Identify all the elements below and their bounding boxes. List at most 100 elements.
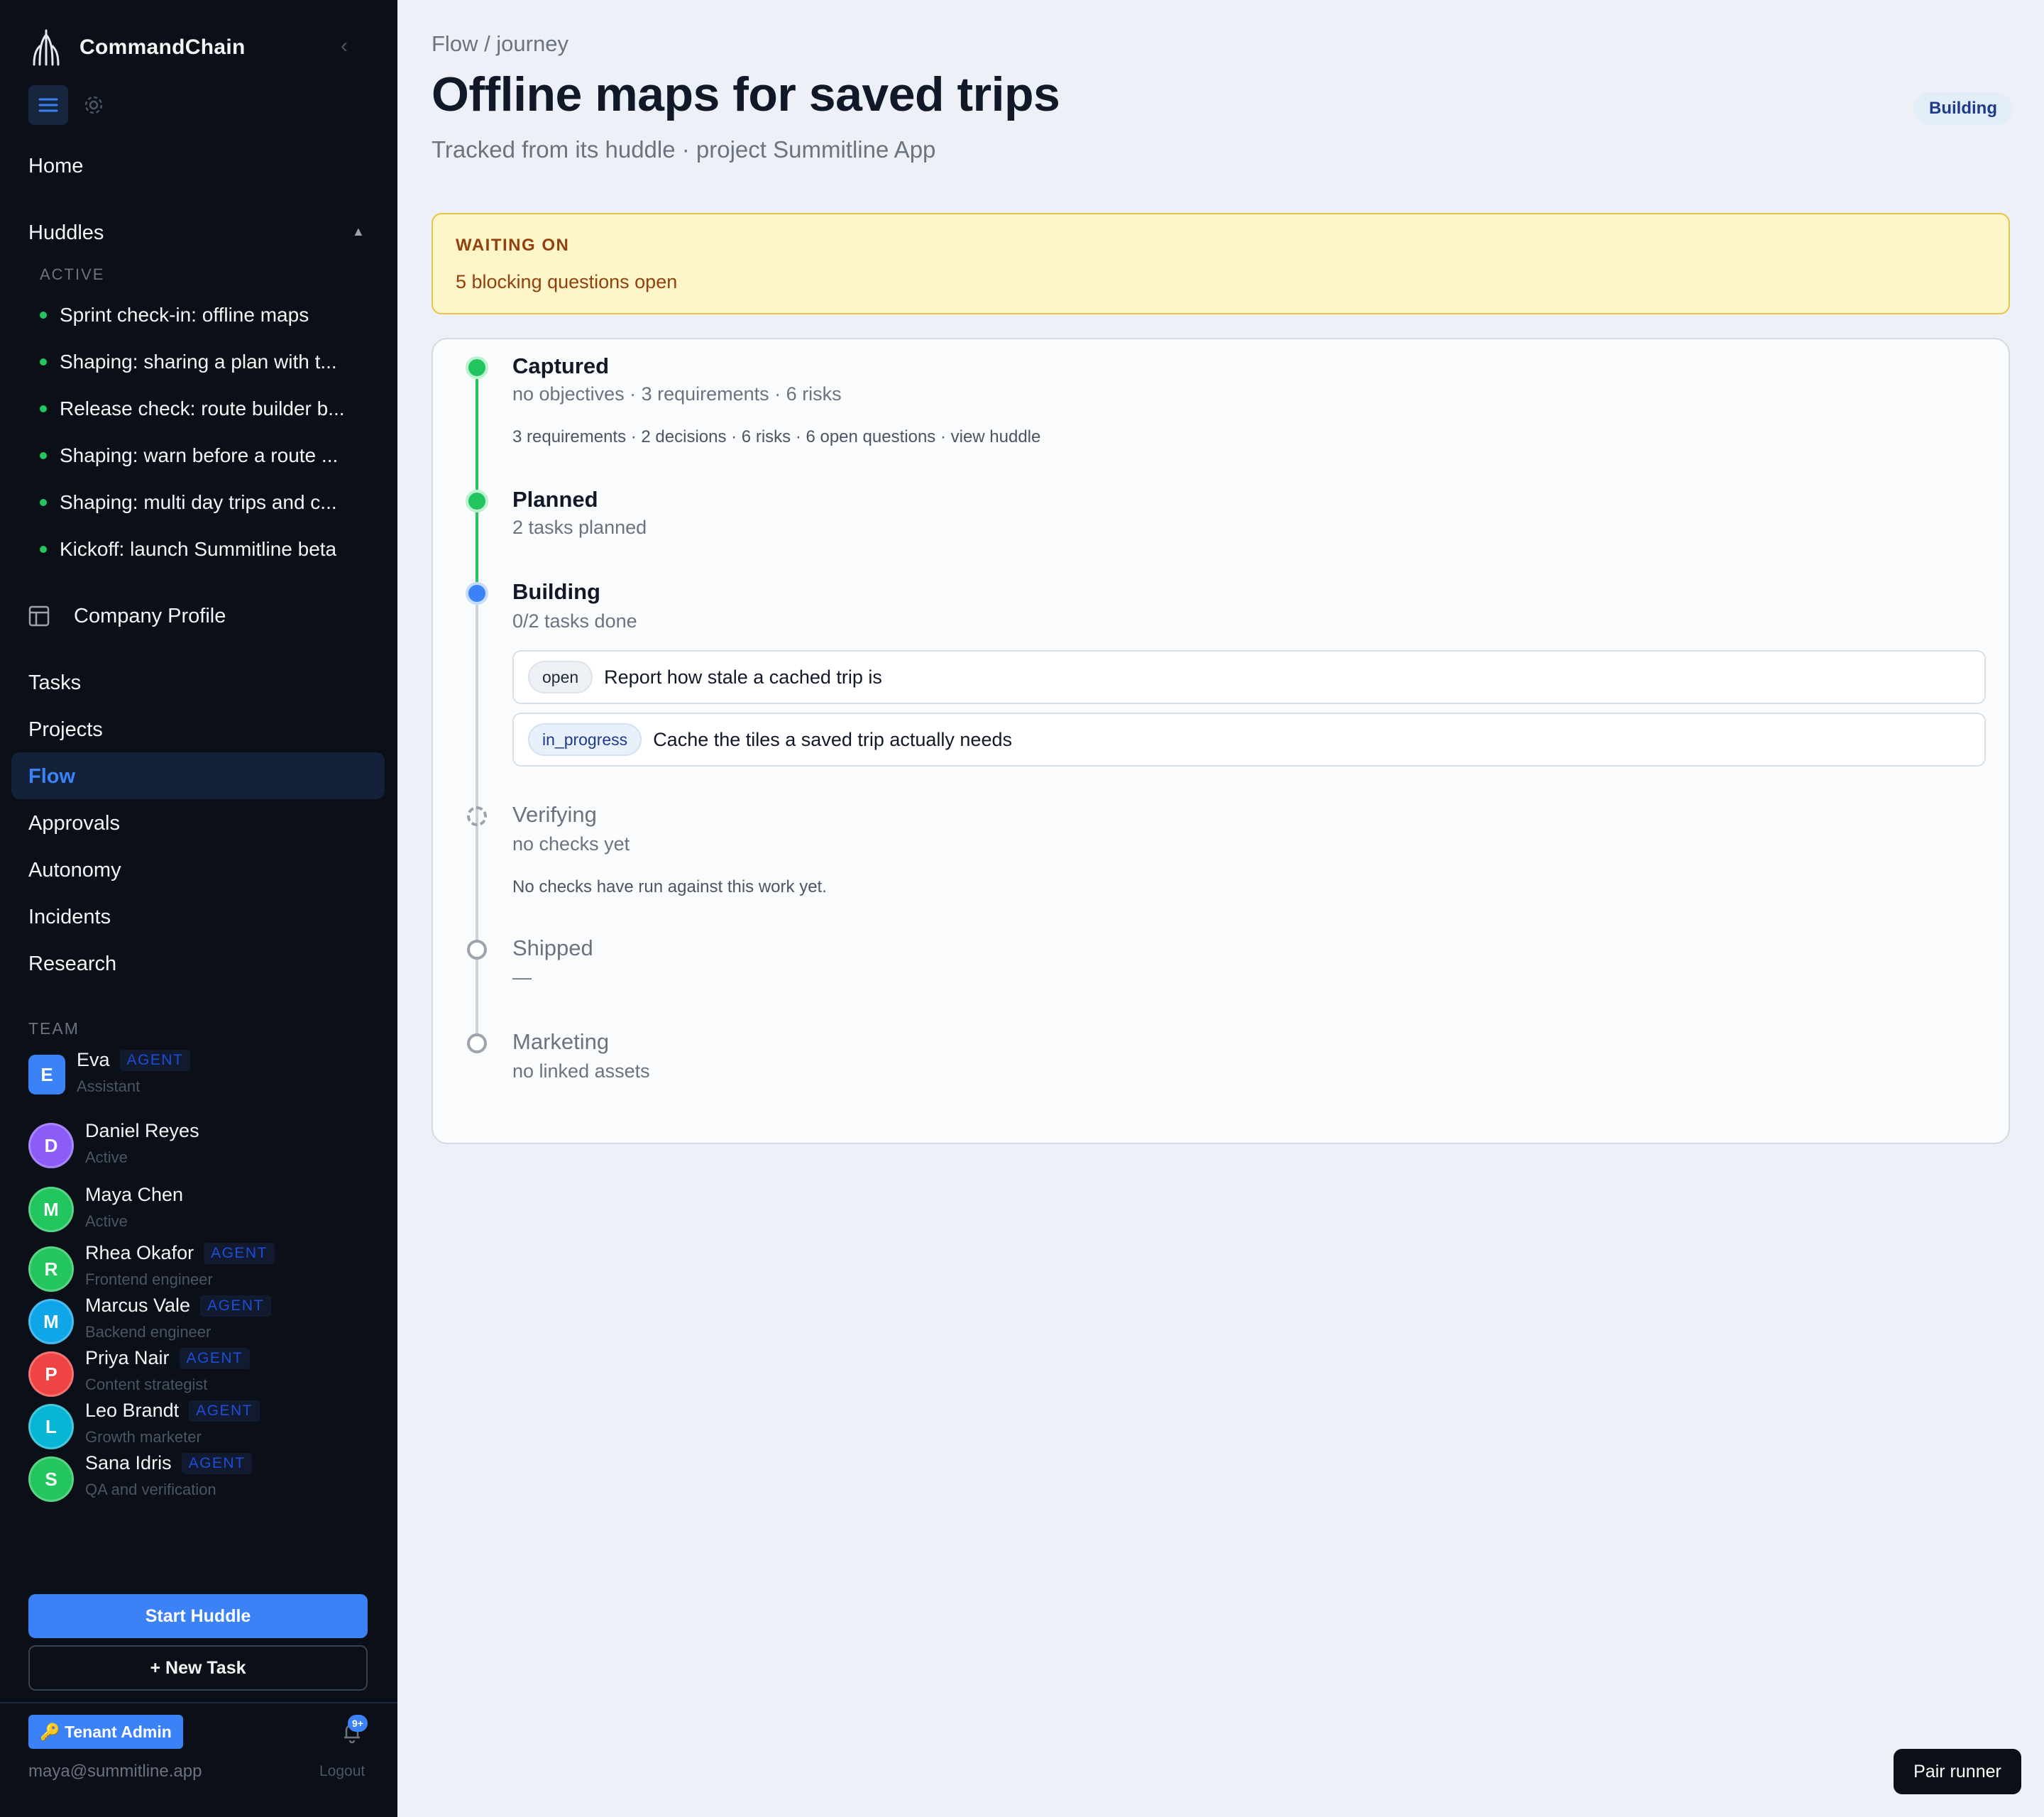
nav-research[interactable]: Research <box>28 950 116 978</box>
team-member[interactable]: R Rhea Okafor AGENT Frontend engineer <box>28 1242 383 1292</box>
task-row[interactable]: open Report how stale a cached trip is <box>512 650 1986 704</box>
collapse-sidebar-icon[interactable]: ‹ <box>341 34 362 60</box>
member-role: Active <box>85 1148 128 1166</box>
stage-title-planned: Planned <box>512 487 598 512</box>
member-name: Marcus Vale <box>85 1295 191 1316</box>
collapse-huddles-icon[interactable]: ▲ <box>352 224 365 239</box>
page-subtitle: Tracked from its huddle · project Summit… <box>432 136 936 163</box>
team-member-eva[interactable]: E Eva AGENT Assistant <box>28 1049 383 1099</box>
stage-summary: 2 tasks planned <box>512 517 647 538</box>
nav-tasks[interactable]: Tasks <box>28 669 81 697</box>
stage-title-captured: Captured <box>512 353 610 378</box>
team-member[interactable]: M Marcus Vale AGENT Backend engineer <box>28 1295 383 1344</box>
app-name: CommandChain <box>79 35 246 59</box>
gear-icon <box>84 96 103 114</box>
team-member[interactable]: S Sana Idris AGENT QA and verification <box>28 1452 383 1502</box>
team-member[interactable]: M Maya Chen Active <box>28 1184 383 1234</box>
nav-home[interactable]: Home <box>28 152 83 180</box>
tenant-admin-badge[interactable]: 🔑 Tenant Admin <box>28 1715 183 1749</box>
agent-badge: AGENT <box>189 1400 260 1422</box>
new-task-button[interactable]: + New Task <box>28 1645 368 1691</box>
task-status-chip: in_progress <box>528 723 642 756</box>
huddle-item[interactable]: Sprint check-in: offline maps <box>40 301 373 329</box>
stage-pending-dot <box>467 1033 487 1053</box>
huddle-label: Shaping: multi day trips and c... <box>60 491 337 513</box>
huddle-item[interactable]: Shaping: multi day trips and c... <box>40 488 373 517</box>
member-role: Backend engineer <box>85 1323 211 1341</box>
member-name-row: Priya Nair AGENT <box>85 1347 251 1369</box>
member-name: Maya Chen <box>85 1184 184 1205</box>
nav-incidents[interactable]: Incidents <box>28 903 111 931</box>
member-role: QA and verification <box>85 1481 216 1498</box>
stage-detail: No checks have run against this work yet… <box>512 877 827 896</box>
avatar: M <box>28 1187 74 1232</box>
huddle-label: Shaping: sharing a plan with t... <box>60 351 337 373</box>
stage-detail-link[interactable]: 3 requirements · 2 decisions · 6 risks ·… <box>512 427 1040 447</box>
task-title: Report how stale a cached trip is <box>604 666 882 688</box>
avatar: L <box>28 1404 74 1449</box>
huddle-label: Shaping: warn before a route ... <box>60 444 339 466</box>
active-dot <box>40 546 47 553</box>
avatar: P <box>28 1351 74 1397</box>
avatar: R <box>28 1246 74 1292</box>
logo-icon <box>33 29 60 66</box>
stage-pending-dot <box>467 940 487 960</box>
timeline-rail-done <box>476 501 478 595</box>
stage-title-marketing: Marketing <box>512 1029 610 1054</box>
page-title: Offline maps for saved trips <box>432 67 1060 121</box>
nav-autonomy[interactable]: Autonomy <box>28 856 121 884</box>
stage-title-building: Building <box>512 579 600 604</box>
agent-badge: AGENT <box>179 1347 251 1369</box>
settings-button[interactable] <box>79 91 108 119</box>
huddle-label: Sprint check-in: offline maps <box>60 304 309 326</box>
team-member[interactable]: D Daniel Reyes Active <box>28 1120 383 1170</box>
menu-button[interactable] <box>28 85 68 125</box>
member-role: Growth marketer <box>85 1428 202 1446</box>
member-name-row: Marcus Vale AGENT <box>85 1295 271 1317</box>
logout-link[interactable]: Logout <box>319 1763 365 1780</box>
member-name: Daniel Reyes <box>85 1120 199 1141</box>
nav-company-profile[interactable]: Company Profile <box>28 602 226 630</box>
member-name: Priya Nair <box>85 1347 170 1368</box>
breadcrumb: Flow / journey <box>432 31 568 56</box>
team-label: TEAM <box>28 1019 79 1038</box>
nav-projects[interactable]: Projects <box>28 715 103 744</box>
nav-huddles[interactable]: Huddles <box>28 219 104 247</box>
member-name-row: Leo Brandt AGENT <box>85 1400 260 1422</box>
pair-runner-button[interactable]: Pair runner <box>1894 1749 2021 1794</box>
active-dot <box>40 499 47 506</box>
active-dot <box>40 358 47 366</box>
huddle-item[interactable]: Shaping: sharing a plan with t... <box>40 348 373 376</box>
avatar: M <box>28 1299 74 1344</box>
nav-approvals[interactable]: Approvals <box>28 809 120 838</box>
journey-timeline: Captured no objectives · 3 requirements … <box>432 338 2010 1144</box>
stage-summary: 0/2 tasks done <box>512 610 637 632</box>
nav-flow[interactable]: Flow <box>28 762 75 791</box>
stage-title-shipped: Shipped <box>512 935 593 960</box>
agent-badge: AGENT <box>200 1295 271 1317</box>
brand[interactable]: CommandChain <box>28 27 246 68</box>
task-row[interactable]: in_progress Cache the tiles a saved trip… <box>512 713 1986 767</box>
divider <box>0 1702 397 1703</box>
stage-pending-dot <box>467 806 487 826</box>
active-dot <box>40 452 47 459</box>
team-member[interactable]: L Leo Brandt AGENT Growth marketer <box>28 1400 383 1449</box>
huddles-active-label: ACTIVE <box>40 265 105 283</box>
huddle-item[interactable]: Release check: route builder b... <box>40 395 373 423</box>
huddle-label: Kickoff: launch Summitline beta <box>60 538 337 560</box>
agent-badge: AGENT <box>181 1452 253 1474</box>
team-member[interactable]: P Priya Nair AGENT Content strategist <box>28 1347 383 1397</box>
huddle-label: Release check: route builder b... <box>60 397 345 419</box>
member-role: Assistant <box>77 1077 141 1095</box>
waiting-text[interactable]: 5 blocking questions open <box>456 271 677 293</box>
stage-done-dot <box>466 490 488 512</box>
avatar: S <box>28 1456 74 1502</box>
start-huddle-button[interactable]: Start Huddle <box>28 1594 368 1638</box>
member-name: Leo Brandt <box>85 1400 180 1421</box>
huddle-item[interactable]: Kickoff: launch Summitline beta <box>40 535 373 564</box>
avatar: D <box>28 1123 74 1168</box>
task-title: Cache the tiles a saved trip actually ne… <box>653 728 1012 750</box>
huddle-item[interactable]: Shaping: warn before a route ... <box>40 441 373 470</box>
member-role: Active <box>85 1212 128 1230</box>
stage-summary: no checks yet <box>512 833 630 855</box>
